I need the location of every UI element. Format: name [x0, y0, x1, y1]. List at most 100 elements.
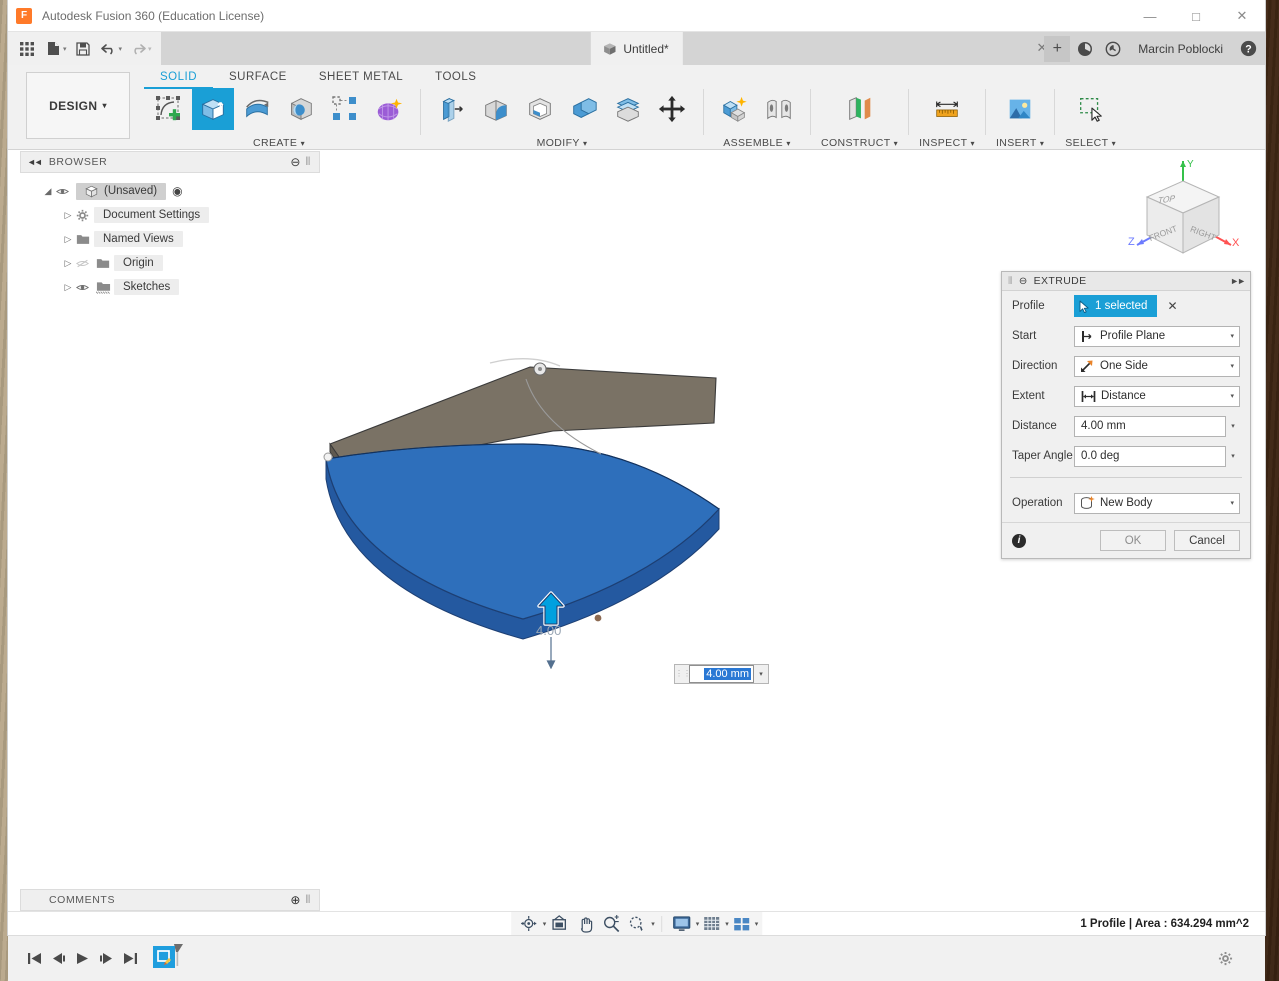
- tree-node-sketches[interactable]: ▷ Sketches: [20, 275, 320, 299]
- insert-image-button[interactable]: [999, 88, 1041, 130]
- panel-grip-icon[interactable]: ⦀: [306, 894, 311, 907]
- view-cube[interactable]: Y Z X TOP FRONT RIGHT: [1123, 157, 1243, 263]
- info-icon[interactable]: i: [1012, 533, 1026, 548]
- account-username[interactable]: Marcin Poblocki: [1128, 42, 1233, 56]
- tree-node-origin[interactable]: ▷ Origin: [20, 251, 320, 275]
- taper-angle-input[interactable]: 0.0 deg: [1074, 445, 1226, 467]
- tree-node-unsaved[interactable]: ◢ (Unsaved) ◉: [20, 179, 320, 203]
- ribbon-group-label-assemble[interactable]: ASSEMBLE ▾: [723, 137, 791, 149]
- tree-node-named-views[interactable]: ▷ Named Views: [20, 227, 320, 251]
- shell-button[interactable]: [519, 88, 561, 130]
- viewports-caret-icon[interactable]: ▾: [755, 920, 759, 928]
- app-grid-icon[interactable]: [14, 36, 40, 62]
- new-tab-button[interactable]: +: [1044, 35, 1071, 62]
- revolve-button[interactable]: [236, 88, 278, 130]
- tab-solid[interactable]: SOLID: [144, 69, 214, 89]
- distance-caret-icon[interactable]: ▾: [1226, 422, 1240, 430]
- comments-panel-header[interactable]: COMMENTS ⊕ ⦀: [20, 889, 320, 911]
- timeline-first-button[interactable]: [22, 944, 46, 974]
- ribbon-group-label-inspect[interactable]: INSPECT ▾: [919, 137, 975, 149]
- visibility-eye-icon[interactable]: [56, 187, 76, 196]
- start-dropdown[interactable]: Profile Plane ▾: [1074, 325, 1240, 347]
- minimize-panel-icon[interactable]: ⊖: [290, 155, 301, 169]
- clear-selection-icon[interactable]: ✕: [1167, 299, 1177, 313]
- input-drag-grip-icon[interactable]: ⋮⋮: [675, 665, 691, 683]
- extrude-button[interactable]: [192, 88, 234, 130]
- fit-caret-icon[interactable]: ▾: [651, 920, 655, 928]
- canvas-distance-dropdown-icon[interactable]: ▾: [754, 670, 768, 678]
- start-caret-icon[interactable]: ▾: [1230, 332, 1234, 340]
- ribbon-group-label-select[interactable]: SELECT ▾: [1065, 137, 1116, 149]
- expand-caret-icon[interactable]: ◢: [40, 186, 56, 197]
- ribbon-group-label-construct[interactable]: CONSTRUCT ▾: [821, 137, 898, 149]
- taper-angle-caret-icon[interactable]: ▾: [1226, 452, 1240, 460]
- direction-dropdown[interactable]: One Side ▾: [1074, 355, 1240, 377]
- expand-caret-icon[interactable]: ▷: [60, 258, 76, 269]
- fillet-button[interactable]: [475, 88, 517, 130]
- operation-caret-icon[interactable]: ▾: [1230, 499, 1234, 507]
- dialog-expand-icon[interactable]: ►►: [1230, 276, 1246, 286]
- zoom-button[interactable]: [598, 913, 624, 935]
- document-tab[interactable]: Untitled*: [590, 32, 683, 65]
- timeline-last-button[interactable]: [118, 944, 142, 974]
- pan-button[interactable]: [572, 913, 598, 935]
- help-icon[interactable]: ?: [1235, 36, 1261, 62]
- create-form-button[interactable]: [368, 88, 410, 130]
- dialog-collapse-icon[interactable]: ⊖: [1019, 276, 1028, 287]
- tab-tools[interactable]: TOOLS: [419, 69, 492, 89]
- extrude-manipulator-arrow[interactable]: [536, 591, 566, 627]
- select-tool-button[interactable]: [1070, 88, 1112, 130]
- press-pull-button[interactable]: [431, 88, 473, 130]
- expand-caret-icon[interactable]: ▷: [60, 282, 76, 293]
- dialog-drag-grip-icon[interactable]: ⦀: [1008, 276, 1013, 287]
- visibility-eye-icon[interactable]: [76, 283, 96, 292]
- extrude-dialog-header[interactable]: ⦀ ⊖ EXTRUDE ►►: [1002, 272, 1250, 291]
- sphere-button[interactable]: [280, 88, 322, 130]
- combine-button[interactable]: [563, 88, 605, 130]
- tab-sheet-metal[interactable]: SHEET METAL: [303, 69, 419, 89]
- timeline-settings-gear-icon[interactable]: [1218, 951, 1233, 966]
- fit-button[interactable]: [624, 913, 650, 935]
- tree-node-document-settings[interactable]: ▷ Document Settings: [20, 203, 320, 227]
- move-copy-button[interactable]: [651, 88, 693, 130]
- canvas-distance-input[interactable]: 4.00 mm: [689, 665, 754, 683]
- distance-input[interactable]: 4.00 mm: [1074, 415, 1226, 437]
- extent-dropdown[interactable]: Distance ▾: [1074, 385, 1240, 407]
- 3d-canvas[interactable]: 4.00 ⋮⋮ 4.00 mm ▾ Y Z X TOP FRONT RIGHT …: [8, 151, 1265, 935]
- minimize-button[interactable]: —: [1127, 0, 1173, 32]
- measure-button[interactable]: [926, 88, 968, 130]
- joint-button[interactable]: [758, 88, 800, 130]
- create-sketch-button[interactable]: [148, 88, 190, 130]
- expand-caret-icon[interactable]: ▷: [60, 210, 76, 221]
- cancel-button[interactable]: Cancel: [1174, 530, 1240, 551]
- workspace-selector[interactable]: DESIGN ▾: [26, 72, 130, 139]
- timeline-next-button[interactable]: [94, 944, 118, 974]
- browser-panel-header[interactable]: ◄◄ BROWSER ⊖ ⦀: [20, 151, 320, 173]
- operation-dropdown[interactable]: New Body ▾: [1074, 492, 1240, 514]
- extrude-dialog[interactable]: ⦀ ⊖ EXTRUDE ►► Profile 1 selected ✕ Star…: [1001, 271, 1251, 559]
- undo-caret-icon[interactable]: ▾: [119, 45, 123, 53]
- collapse-left-icon[interactable]: ◄◄: [27, 157, 43, 167]
- grid-snaps-button[interactable]: [699, 913, 724, 935]
- tab-surface[interactable]: SURFACE: [213, 69, 303, 89]
- profile-selection-chip[interactable]: 1 selected: [1074, 295, 1158, 317]
- split-face-button[interactable]: [607, 88, 649, 130]
- timeline-play-button[interactable]: [70, 944, 94, 974]
- viewports-button[interactable]: [729, 913, 754, 935]
- offset-plane-button[interactable]: [839, 88, 881, 130]
- maximize-button[interactable]: □: [1173, 0, 1219, 32]
- ribbon-group-label-modify[interactable]: MODIFY ▾: [537, 137, 588, 149]
- pattern-button[interactable]: [324, 88, 366, 130]
- timeline-sketch-feature[interactable]: [152, 942, 186, 976]
- direction-caret-icon[interactable]: ▾: [1230, 362, 1234, 370]
- timeline-prev-button[interactable]: [46, 944, 70, 974]
- orbit-button[interactable]: [515, 913, 542, 935]
- recent-clock-icon[interactable]: [1100, 36, 1126, 62]
- look-at-button[interactable]: [546, 913, 572, 935]
- close-button[interactable]: ✕: [1219, 0, 1265, 32]
- extent-caret-icon[interactable]: ▾: [1230, 392, 1234, 400]
- canvas-distance-input-group[interactable]: ⋮⋮ 4.00 mm ▾: [674, 664, 769, 684]
- ok-button[interactable]: OK: [1100, 530, 1166, 551]
- activate-component-icon[interactable]: ◉: [172, 184, 182, 198]
- display-settings-button[interactable]: [668, 913, 695, 935]
